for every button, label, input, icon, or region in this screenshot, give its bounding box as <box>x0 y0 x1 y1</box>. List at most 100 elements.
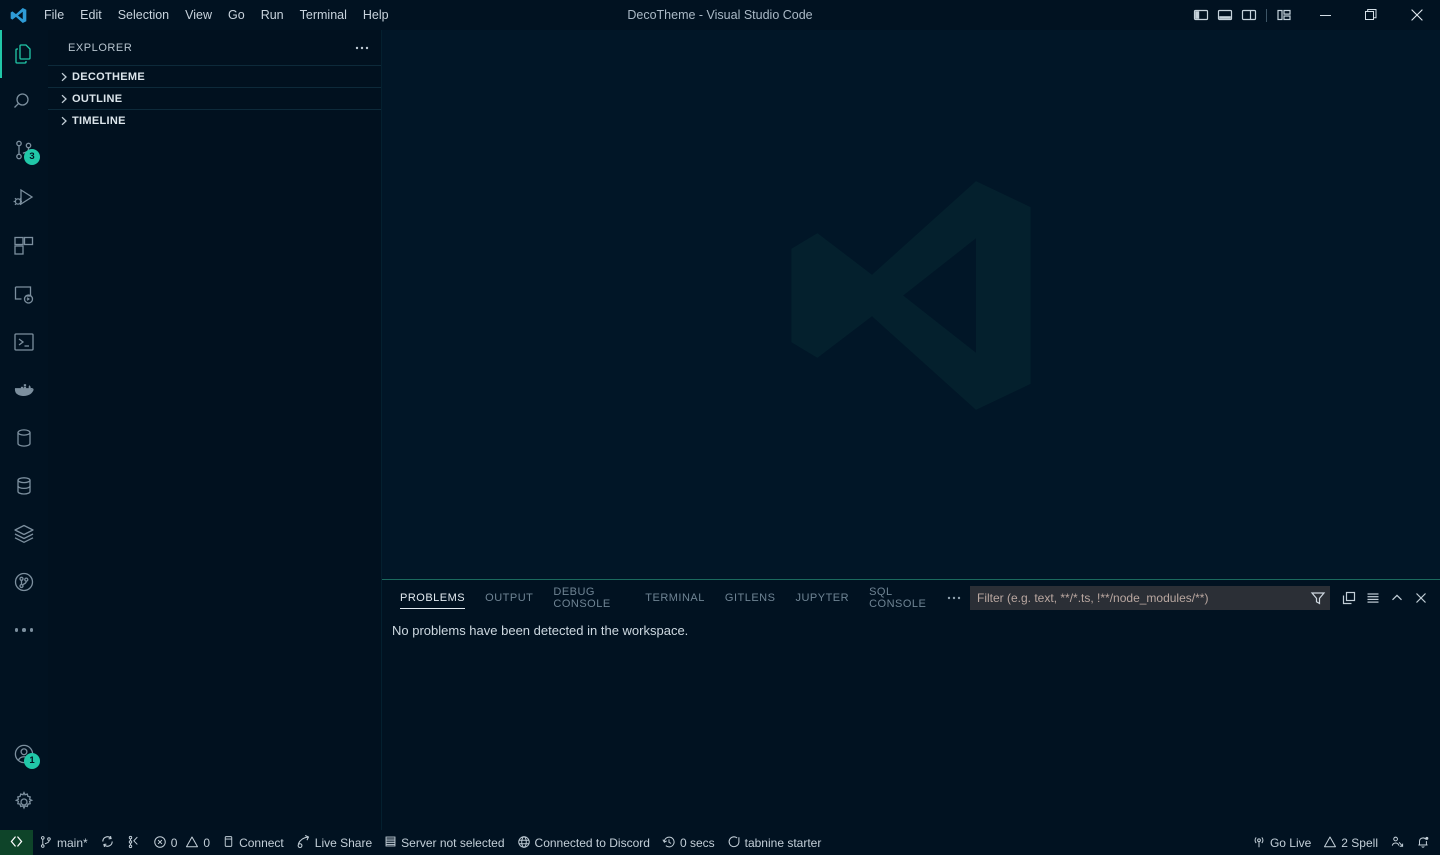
primary-sidebar: EXPLORER DECOTHEME OUTLINE TIMELINE <box>48 30 382 830</box>
view-as-list-button[interactable] <box>1362 587 1384 609</box>
activity-source-control[interactable]: 3 <box>0 126 48 174</box>
status-wakatime-label: 0 secs <box>679 835 715 850</box>
workbench: 3 1 EXPLORER DECOTHEME OUTLINE TIMELINE … <box>0 30 1440 830</box>
status-go-live[interactable]: Go Live <box>1246 830 1317 855</box>
git-branch-icon <box>39 835 53 851</box>
menu-help[interactable]: Help <box>355 4 397 26</box>
explorer-section-decotheme[interactable]: DECOTHEME <box>48 65 381 87</box>
status-sql-server[interactable]: Server not selected <box>378 830 510 855</box>
bottom-panel: PROBLEMS OUTPUT DEBUG CONSOLE TERMINAL G… <box>382 579 1440 830</box>
ellipsis-icon[interactable] <box>351 37 373 59</box>
activity-extensions[interactable] <box>0 222 48 270</box>
status-spell-checker[interactable]: 2 Spell <box>1317 830 1384 855</box>
terminal-icon <box>12 330 36 354</box>
activity-docker[interactable] <box>0 366 48 414</box>
panel-tab-jupyter[interactable]: JUPYTER <box>785 580 859 615</box>
panel-tab-output[interactable]: OUTPUT <box>475 580 543 615</box>
close-button[interactable] <box>1394 0 1440 30</box>
status-wakatime[interactable]: 0 secs <box>656 830 721 855</box>
menu-run[interactable]: Run <box>253 4 292 26</box>
title-bar-right <box>1189 0 1440 30</box>
problems-empty-message: No problems have been detected in the wo… <box>392 623 689 638</box>
activity-git-graph[interactable] <box>0 558 48 606</box>
activity-additional-views[interactable] <box>0 606 48 654</box>
tabnine-icon <box>727 835 741 851</box>
chevron-right-icon <box>56 69 72 85</box>
status-tabnine[interactable]: tabnine starter <box>721 830 828 855</box>
menu-file[interactable]: File <box>36 4 72 26</box>
active-indicator <box>0 414 2 462</box>
status-sync[interactable] <box>94 830 121 855</box>
active-indicator <box>0 558 2 606</box>
active-indicator <box>0 126 2 174</box>
explorer-section-label: DECOTHEME <box>72 70 145 83</box>
activity-database-client[interactable] <box>0 414 48 462</box>
layout-grid-icon[interactable] <box>1272 3 1296 27</box>
layout-panel-icon[interactable] <box>1213 3 1237 27</box>
active-indicator <box>0 30 2 78</box>
explorer-section-timeline[interactable]: TIMELINE <box>48 109 381 131</box>
menu-selection[interactable]: Selection <box>110 4 177 26</box>
menu-view[interactable]: View <box>177 4 220 26</box>
status-warning-count: 0 <box>203 835 211 850</box>
problems-filter[interactable] <box>970 585 1330 610</box>
menu-edit[interactable]: Edit <box>72 4 110 26</box>
activity-explorer[interactable] <box>0 30 48 78</box>
activity-layers[interactable] <box>0 510 48 558</box>
restore-button[interactable] <box>1348 0 1394 30</box>
activity-search[interactable] <box>0 78 48 126</box>
explorer-section-label: TIMELINE <box>72 114 126 127</box>
docker-whale-icon <box>12 378 36 402</box>
vscode-logo-watermark <box>781 165 1041 432</box>
status-branch-label: main* <box>57 835 88 850</box>
active-indicator <box>0 462 2 510</box>
layout-sidebar-right-icon[interactable] <box>1237 3 1261 27</box>
activity-run-debug[interactable] <box>0 174 48 222</box>
active-indicator <box>0 78 2 126</box>
gitlens-icon <box>127 835 141 851</box>
title-bar: File Edit Selection View Go Run Terminal… <box>0 0 1440 30</box>
layout-sidebar-left-icon[interactable] <box>1189 3 1213 27</box>
explorer-section-outline[interactable]: OUTLINE <box>48 87 381 109</box>
panel-tab-sql-console[interactable]: SQL CONSOLE <box>859 580 938 615</box>
status-problems[interactable]: 0 0 <box>147 830 216 855</box>
funnel-icon[interactable] <box>1307 590 1329 606</box>
menu-terminal[interactable]: Terminal <box>292 4 355 26</box>
panel-more-tabs-button[interactable] <box>938 580 970 615</box>
menu-go[interactable]: Go <box>220 4 253 26</box>
status-live-share[interactable]: Live Share <box>290 830 378 855</box>
activity-manage-settings[interactable] <box>0 778 48 826</box>
status-notifications[interactable] <box>1410 830 1436 855</box>
activity-terminal-view[interactable] <box>0 318 48 366</box>
status-remote-host[interactable] <box>0 830 33 855</box>
status-branch[interactable]: main* <box>33 830 94 855</box>
sidebar-actions <box>351 37 373 59</box>
active-indicator <box>0 606 2 654</box>
panel-tab-debug-console[interactable]: DEBUG CONSOLE <box>543 580 635 615</box>
status-discord-label: Connected to Discord <box>534 835 650 850</box>
minimize-button[interactable] <box>1302 0 1348 30</box>
editor-group-empty[interactable] <box>382 30 1440 579</box>
panel-tab-terminal[interactable]: TERMINAL <box>635 580 715 615</box>
divider <box>1266 8 1267 22</box>
problems-filter-input[interactable] <box>971 590 1307 605</box>
panel-tab-problems[interactable]: PROBLEMS <box>390 580 475 615</box>
collapse-all-button[interactable] <box>1338 587 1360 609</box>
maximize-panel-button[interactable] <box>1386 587 1408 609</box>
status-go-live-label: Go Live <box>1269 835 1312 850</box>
sync-icon <box>100 834 115 851</box>
status-gitlens-compare[interactable] <box>121 830 147 855</box>
git-graph-circle-icon <box>12 570 36 594</box>
active-indicator <box>0 222 2 270</box>
status-discord[interactable]: Connected to Discord <box>511 830 656 855</box>
active-indicator <box>0 510 2 558</box>
active-indicator <box>0 270 2 318</box>
activity-sql-server[interactable] <box>0 462 48 510</box>
activity-remote-explorer[interactable] <box>0 270 48 318</box>
menu-bar[interactable]: File Edit Selection View Go Run Terminal… <box>36 4 397 26</box>
status-connect[interactable]: Connect <box>216 830 290 855</box>
close-panel-button[interactable] <box>1410 587 1432 609</box>
status-feedback[interactable] <box>1384 830 1410 855</box>
activity-accounts[interactable]: 1 <box>0 730 48 778</box>
panel-tab-gitlens[interactable]: GITLENS <box>715 580 786 615</box>
